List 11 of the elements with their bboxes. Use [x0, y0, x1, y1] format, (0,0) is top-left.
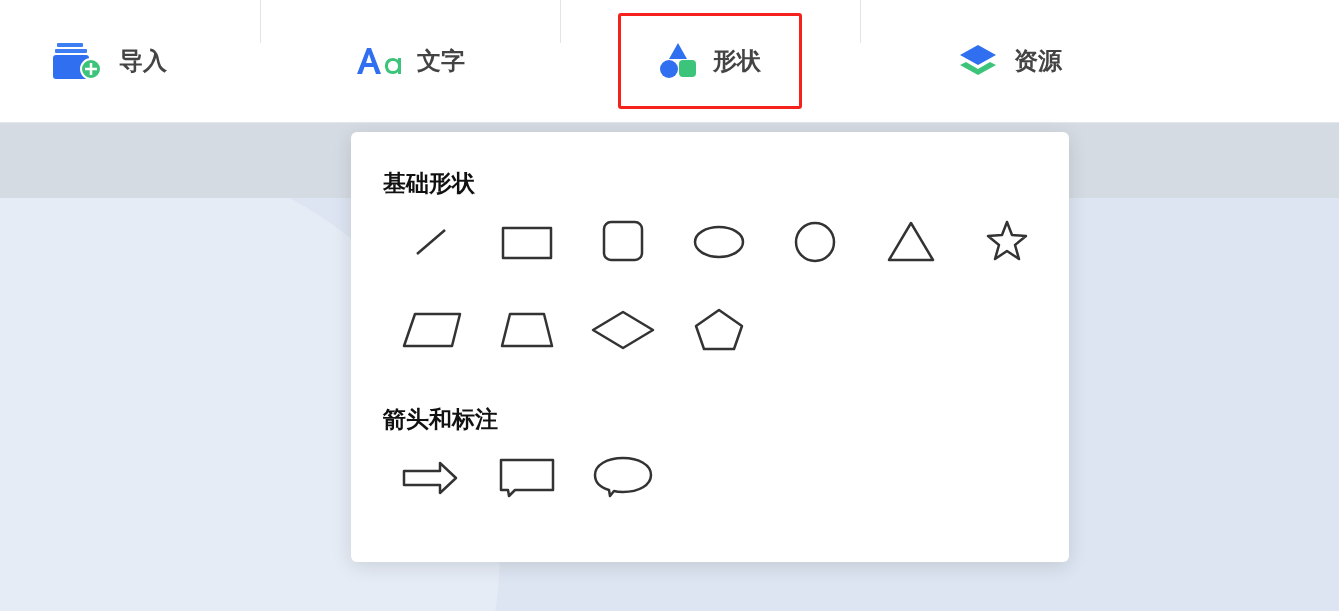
section-title: 箭头和标注 — [383, 405, 498, 434]
toolbar-tab[interactable]: 形状 — [618, 13, 802, 109]
section-title: 基础形状 — [383, 169, 475, 198]
diamond-icon[interactable] — [592, 308, 654, 352]
toolbar-tab[interactable]: 导入 — [18, 13, 202, 109]
toolbar-tab[interactable]: 文字 — [318, 13, 502, 109]
speech-bubble-icon[interactable] — [592, 456, 654, 500]
folder-plus-icon — [53, 43, 103, 79]
font-icon — [355, 46, 401, 76]
toolbar-tab[interactable]: 资源 — [918, 13, 1102, 109]
shapes-icon — [659, 43, 697, 79]
